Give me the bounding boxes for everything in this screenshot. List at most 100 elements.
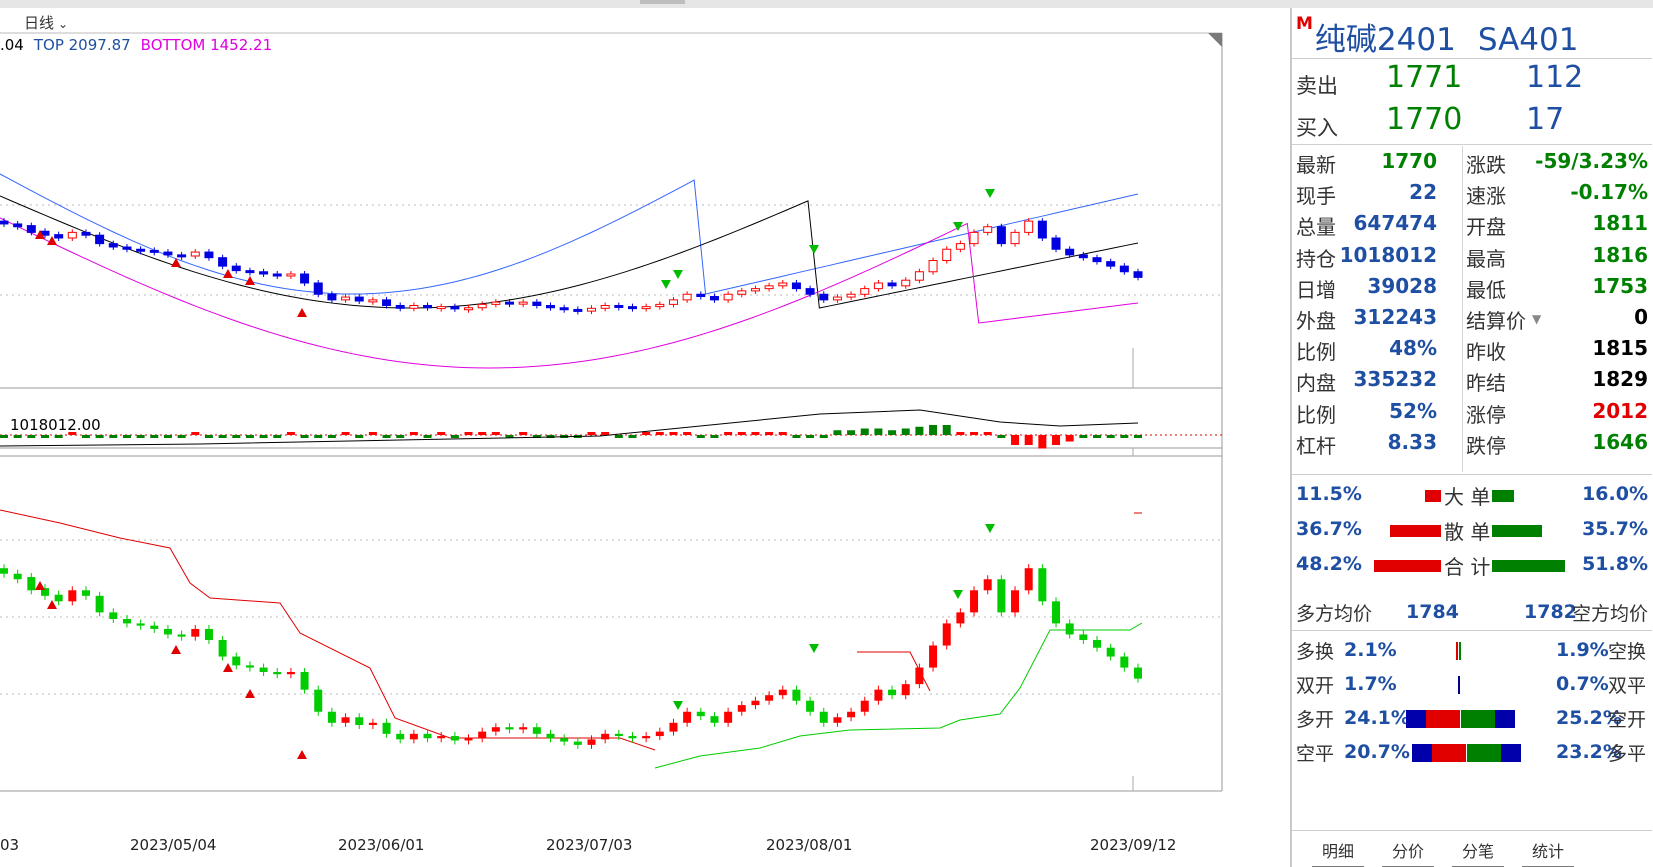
price-candle: [546, 305, 556, 309]
ind-candle: [915, 667, 924, 685]
ind-candle: [396, 733, 405, 740]
price-candle: [764, 285, 774, 290]
x-tick-label: 2023/06/01: [338, 836, 425, 854]
price-candle: [354, 296, 364, 302]
buy-signal-icon: [953, 590, 963, 599]
tab-tick[interactable]: 分笔: [1452, 836, 1505, 867]
ind-candle: [573, 741, 582, 745]
price-candle: [983, 226, 993, 233]
pos-bar-blue: [1406, 710, 1426, 728]
kline-chart-area[interactable]: 日线 ⌄ .04 TOP 2097.87 BOTTOM 1452.21 1018012…: [0, 8, 1290, 854]
oi-bar: [109, 435, 118, 438]
price-candle: [0, 220, 9, 225]
quote-panel: M纯碱2401 SA401 卖出 1771 112 买入 1770 17 最新 17…: [1290, 8, 1653, 867]
flow-red-bar: [1390, 525, 1441, 537]
buy-signal-icon: [809, 245, 819, 254]
price-candle: [655, 303, 665, 308]
price-candle: [1065, 248, 1075, 256]
sell-signal-icon: [223, 663, 233, 672]
oi-bar: [997, 435, 1006, 438]
price-candle: [682, 293, 692, 301]
ind-candle: [259, 667, 268, 672]
price-candle: [81, 231, 91, 236]
price-candle: [1106, 261, 1116, 267]
tab-detail[interactable]: 明细: [1312, 836, 1365, 867]
price-candle: [750, 288, 760, 292]
price-candle: [231, 265, 241, 272]
stat-value-2: 1753: [1592, 273, 1648, 298]
ind-candle: [532, 727, 541, 734]
oi-bar: [970, 432, 979, 435]
ind-candle: [13, 573, 22, 580]
pos-left-value: 20.7%: [1344, 741, 1410, 763]
buy-signal-icon: [985, 524, 995, 533]
scroll-nub[interactable]: [640, 0, 685, 4]
price-candle: [955, 243, 965, 250]
price-candle: [627, 306, 637, 310]
position-row: 多开 24.1% 25.2% 空开: [1296, 702, 1652, 736]
stat-row: 比例 52% 涨停 2012: [1296, 396, 1652, 428]
buy-signal-icon: [673, 270, 683, 279]
oi-bar: [382, 435, 391, 438]
sell-volume: 112: [1526, 60, 1584, 95]
ind-candle: [614, 733, 623, 737]
ind-candle: [464, 738, 473, 741]
ind-candle: [1093, 639, 1102, 648]
price-candle: [149, 249, 159, 253]
dropdown-icon[interactable]: ▼: [1532, 312, 1541, 326]
pos-right-label: 多平: [1608, 743, 1647, 765]
ind-candle: [1120, 656, 1129, 668]
sell-signal-icon: [171, 258, 181, 267]
oi-bar: [1011, 435, 1020, 445]
tab-price[interactable]: 分价: [1382, 836, 1435, 867]
upper-band-line: [0, 173, 1139, 295]
ind-candle: [956, 612, 965, 624]
market-mark: M: [1296, 14, 1313, 34]
ind-candle: [601, 733, 610, 740]
buy-signal-icon: [809, 644, 819, 653]
oi-bar: [860, 428, 869, 435]
price-candle: [136, 248, 146, 252]
price-candle: [505, 301, 515, 305]
ind-candle: [587, 739, 596, 745]
sell-price: 1771: [1386, 60, 1463, 95]
price-candle: [573, 308, 583, 312]
price-candle: [641, 306, 651, 310]
oi-bar: [696, 435, 705, 438]
price-candle: [327, 293, 337, 301]
oi-bar: [1038, 435, 1047, 449]
price-candle: [300, 273, 310, 284]
sell-signal-icon: [171, 645, 181, 654]
stat-label: 外盘: [1296, 309, 1336, 333]
flow-left-pct: 11.5%: [1296, 483, 1362, 505]
oi-bar: [929, 425, 938, 435]
ind-candle: [860, 700, 869, 712]
stat-value-2: -0.17%: [1570, 180, 1648, 205]
flow-label: 大 单: [1444, 485, 1491, 509]
stat-value-2: 1646: [1592, 429, 1648, 454]
price-candle: [791, 282, 801, 290]
buy-signal-icon: [673, 701, 683, 710]
stat-value-2: 0: [1634, 305, 1648, 329]
stat-label-2: 涨停: [1466, 402, 1506, 427]
price-candle: [600, 305, 610, 309]
pos-bar-blue: [1495, 710, 1515, 728]
pos-left-label: 空平: [1296, 743, 1335, 765]
oi-bar: [628, 435, 637, 438]
tab-stats[interactable]: 统计: [1522, 836, 1575, 867]
ind-candle: [983, 579, 992, 591]
stat-value: 48%: [1389, 336, 1437, 361]
price-candle: [901, 279, 911, 287]
oi-bar: [273, 435, 282, 438]
price-candle: [873, 282, 883, 290]
oi-bar: [478, 432, 487, 435]
ind-candle: [437, 736, 446, 739]
flow-label: 散 单: [1444, 520, 1491, 544]
buy-label: 买入: [1296, 116, 1338, 140]
oi-bar: [54, 435, 63, 438]
ind-candle: [163, 628, 172, 635]
oi-bar: [450, 435, 459, 438]
ind-candle: [81, 590, 90, 596]
price-candle: [1119, 265, 1129, 273]
pos-left-label: 多换: [1296, 641, 1335, 663]
